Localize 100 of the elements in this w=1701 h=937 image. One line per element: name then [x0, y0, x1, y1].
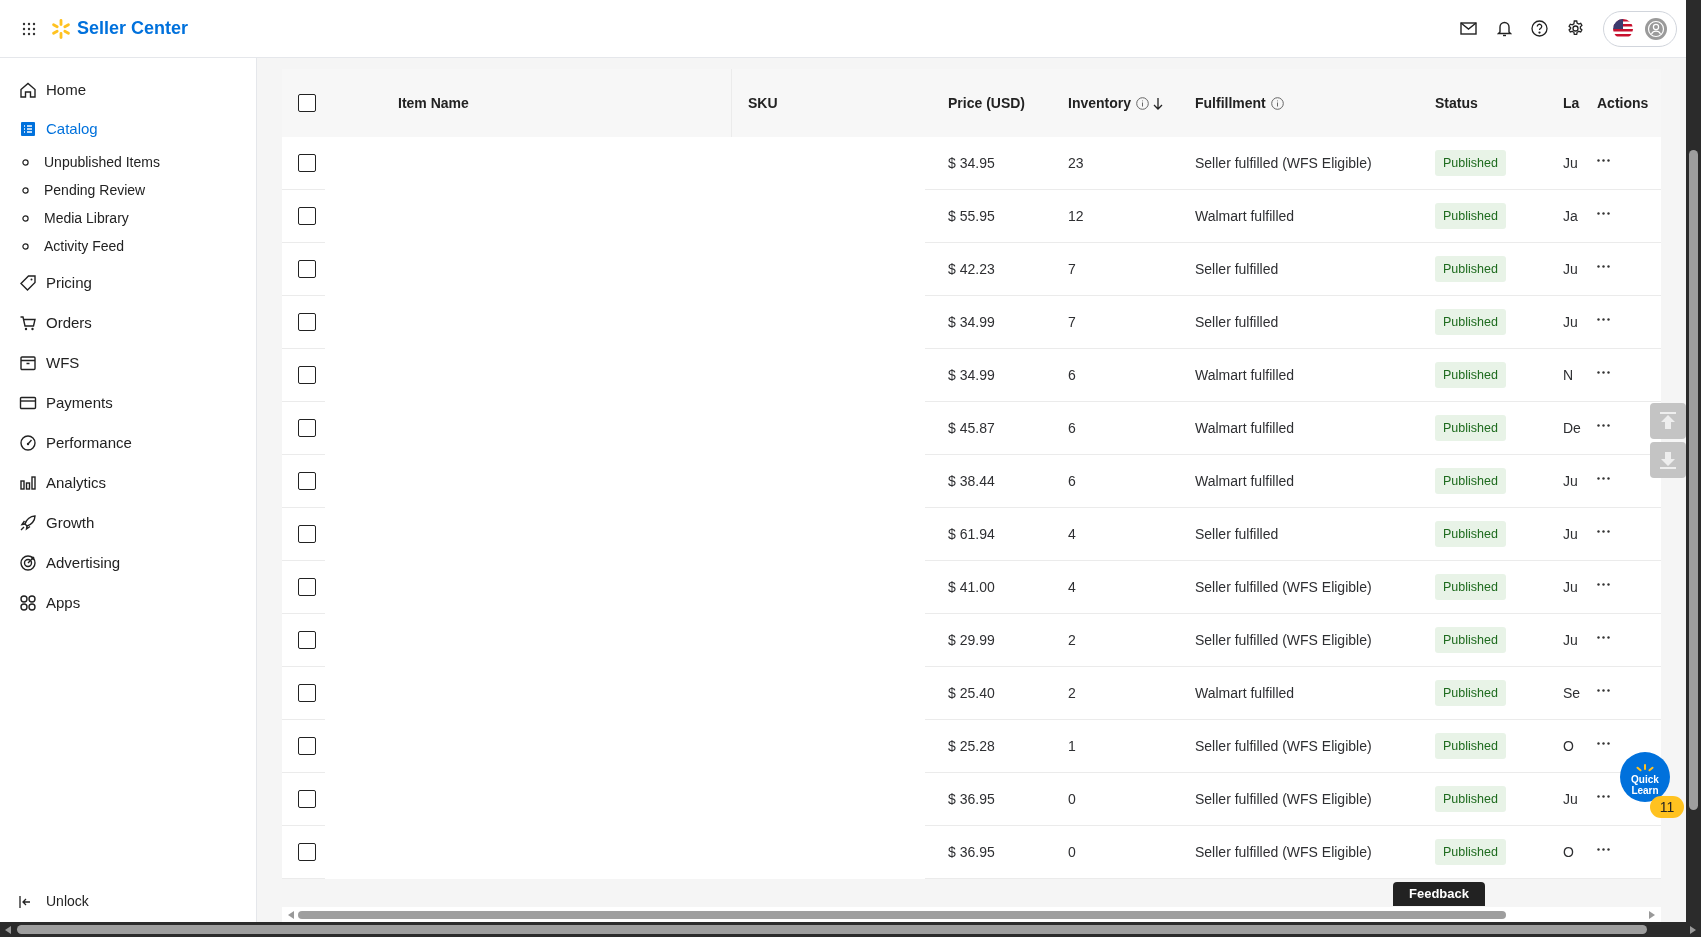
spark-logo-icon	[50, 17, 72, 40]
table-cell-text: Walmart fulfilled	[1195, 683, 1295, 703]
mail-icon[interactable]	[1460, 22, 1477, 35]
column-header[interactable]: Price (USD)	[948, 92, 1026, 114]
checkbox[interactable]	[298, 578, 316, 596]
more-icon[interactable]	[1597, 582, 1610, 586]
table-cell-text: Seller fulfilled (WFS Eligible)	[1195, 153, 1372, 173]
table-cell-text: 7	[1068, 259, 1076, 279]
checkbox[interactable]	[298, 737, 316, 755]
table-cell-text: $ 55.95	[948, 206, 995, 226]
column-header[interactable]: Status	[1435, 92, 1478, 114]
bell-icon[interactable]	[1497, 20, 1512, 37]
column-header[interactable]: Fulfillment	[1195, 92, 1266, 114]
sidebar-item[interactable]: Orders	[46, 311, 92, 335]
scroll-right-icon[interactable]	[1690, 925, 1696, 934]
horizontal-scrollbar[interactable]	[282, 907, 1661, 922]
more-icon[interactable]	[1597, 688, 1610, 692]
apps-grid-icon[interactable]	[22, 21, 36, 36]
checkbox[interactable]	[298, 843, 316, 861]
sidebar-item[interactable]: Analytics	[46, 471, 107, 495]
sidebar-subitem[interactable]: Activity Feed	[44, 235, 125, 257]
table-cell-text: $ 25.28	[948, 736, 995, 756]
more-icon[interactable]	[1597, 847, 1610, 851]
more-icon[interactable]	[1597, 158, 1610, 162]
more-icon[interactable]	[1597, 529, 1610, 533]
sidebar-item[interactable]: Performance	[46, 431, 132, 455]
table-cell-text: 6	[1068, 471, 1076, 491]
checkbox[interactable]	[298, 313, 316, 331]
sidebar-subitem[interactable]: Media Library	[44, 207, 129, 229]
checkbox[interactable]	[298, 684, 316, 702]
checkbox[interactable]	[298, 631, 316, 649]
table-cell-text: $ 25.40	[948, 683, 995, 703]
table-cell-text: 23	[1068, 153, 1084, 173]
sidebar-item[interactable]: Home	[46, 78, 86, 102]
more-icon[interactable]	[1597, 423, 1610, 427]
table-cell-text: 4	[1068, 577, 1076, 597]
checkbox[interactable]	[298, 366, 316, 384]
feedback-button[interactable]: Feedback	[1393, 882, 1485, 906]
scroll-right-icon[interactable]	[1649, 910, 1655, 919]
more-icon[interactable]	[1597, 794, 1610, 798]
checkbox[interactable]	[298, 94, 316, 112]
table-cell-text: O	[1563, 736, 1574, 756]
table-cell-text: Walmart fulfilled	[1195, 206, 1295, 226]
unlock-button[interactable]: Unlock	[46, 891, 89, 912]
table-cell-text: $ 36.95	[948, 842, 995, 862]
checkbox[interactable]	[298, 419, 316, 437]
more-icon[interactable]	[1597, 741, 1610, 745]
table-cell-text: 6	[1068, 365, 1076, 385]
table-cell-text: Walmart fulfilled	[1195, 418, 1295, 438]
checkbox[interactable]	[298, 472, 316, 490]
sidebar-item[interactable]: Growth	[46, 511, 95, 535]
checkbox[interactable]	[298, 154, 316, 172]
sidebar-subitem[interactable]: Pending Review	[44, 179, 146, 201]
more-icon[interactable]	[1597, 264, 1610, 268]
more-icon[interactable]	[1597, 635, 1610, 639]
table-cell-text: $ 61.94	[948, 524, 995, 544]
sidebar-item[interactable]: Payments	[46, 391, 113, 415]
checkbox[interactable]	[298, 260, 316, 278]
sidebar-item[interactable]: Advertising	[46, 551, 121, 575]
status-badge: Published	[1435, 255, 1506, 283]
table-cell-text: Seller fulfilled (WFS Eligible)	[1195, 630, 1372, 650]
table-cell-text: Ju	[1563, 577, 1578, 597]
scroll-left-icon[interactable]	[288, 910, 294, 919]
status-badge: Published	[1435, 467, 1506, 495]
page-horizontal-scrollbar[interactable]	[0, 922, 1701, 937]
more-icon[interactable]	[1597, 370, 1610, 374]
flag-icon	[1613, 18, 1633, 39]
vertical-scrollbar[interactable]	[1686, 0, 1701, 922]
status-badge: Published	[1435, 308, 1506, 336]
list-icon	[19, 120, 37, 138]
checkbox[interactable]	[298, 790, 316, 808]
sidebar-item[interactable]: Apps	[46, 591, 81, 615]
sort-descending-icon[interactable]	[1153, 96, 1163, 110]
notification-count: 11	[1650, 796, 1684, 818]
sidebar-item[interactable]: Pricing	[46, 271, 92, 295]
column-header[interactable]: Inventory	[1068, 92, 1131, 114]
status-badge: Published	[1435, 785, 1506, 813]
status-badge: Published	[1435, 361, 1506, 389]
column-header[interactable]: Actions	[1597, 92, 1649, 114]
status-badge: Published	[1435, 573, 1506, 601]
more-icon[interactable]	[1597, 476, 1610, 480]
table-cell-text: Ju	[1563, 153, 1578, 173]
column-header[interactable]: SKU	[748, 92, 778, 114]
column-header[interactable]: La	[1563, 92, 1580, 114]
more-icon[interactable]	[1597, 211, 1610, 215]
help-icon[interactable]	[1531, 20, 1548, 37]
info-icon[interactable]	[1270, 96, 1284, 110]
column-header[interactable]: Item Name	[398, 92, 469, 114]
settings-icon[interactable]	[1567, 20, 1584, 37]
checkbox[interactable]	[298, 207, 316, 225]
scroll-left-icon[interactable]	[5, 925, 11, 934]
checkbox[interactable]	[298, 525, 316, 543]
info-icon[interactable]	[1136, 96, 1149, 110]
app-title[interactable]: Seller Center	[77, 15, 189, 42]
account-menu[interactable]	[1603, 10, 1677, 47]
more-icon[interactable]	[1597, 317, 1610, 321]
table-cell-text: $ 42.23	[948, 259, 995, 279]
sidebar-item[interactable]: WFS	[46, 351, 80, 375]
sidebar-item[interactable]: Catalog	[46, 117, 98, 141]
sidebar-subitem[interactable]: Unpublished Items	[44, 151, 160, 173]
